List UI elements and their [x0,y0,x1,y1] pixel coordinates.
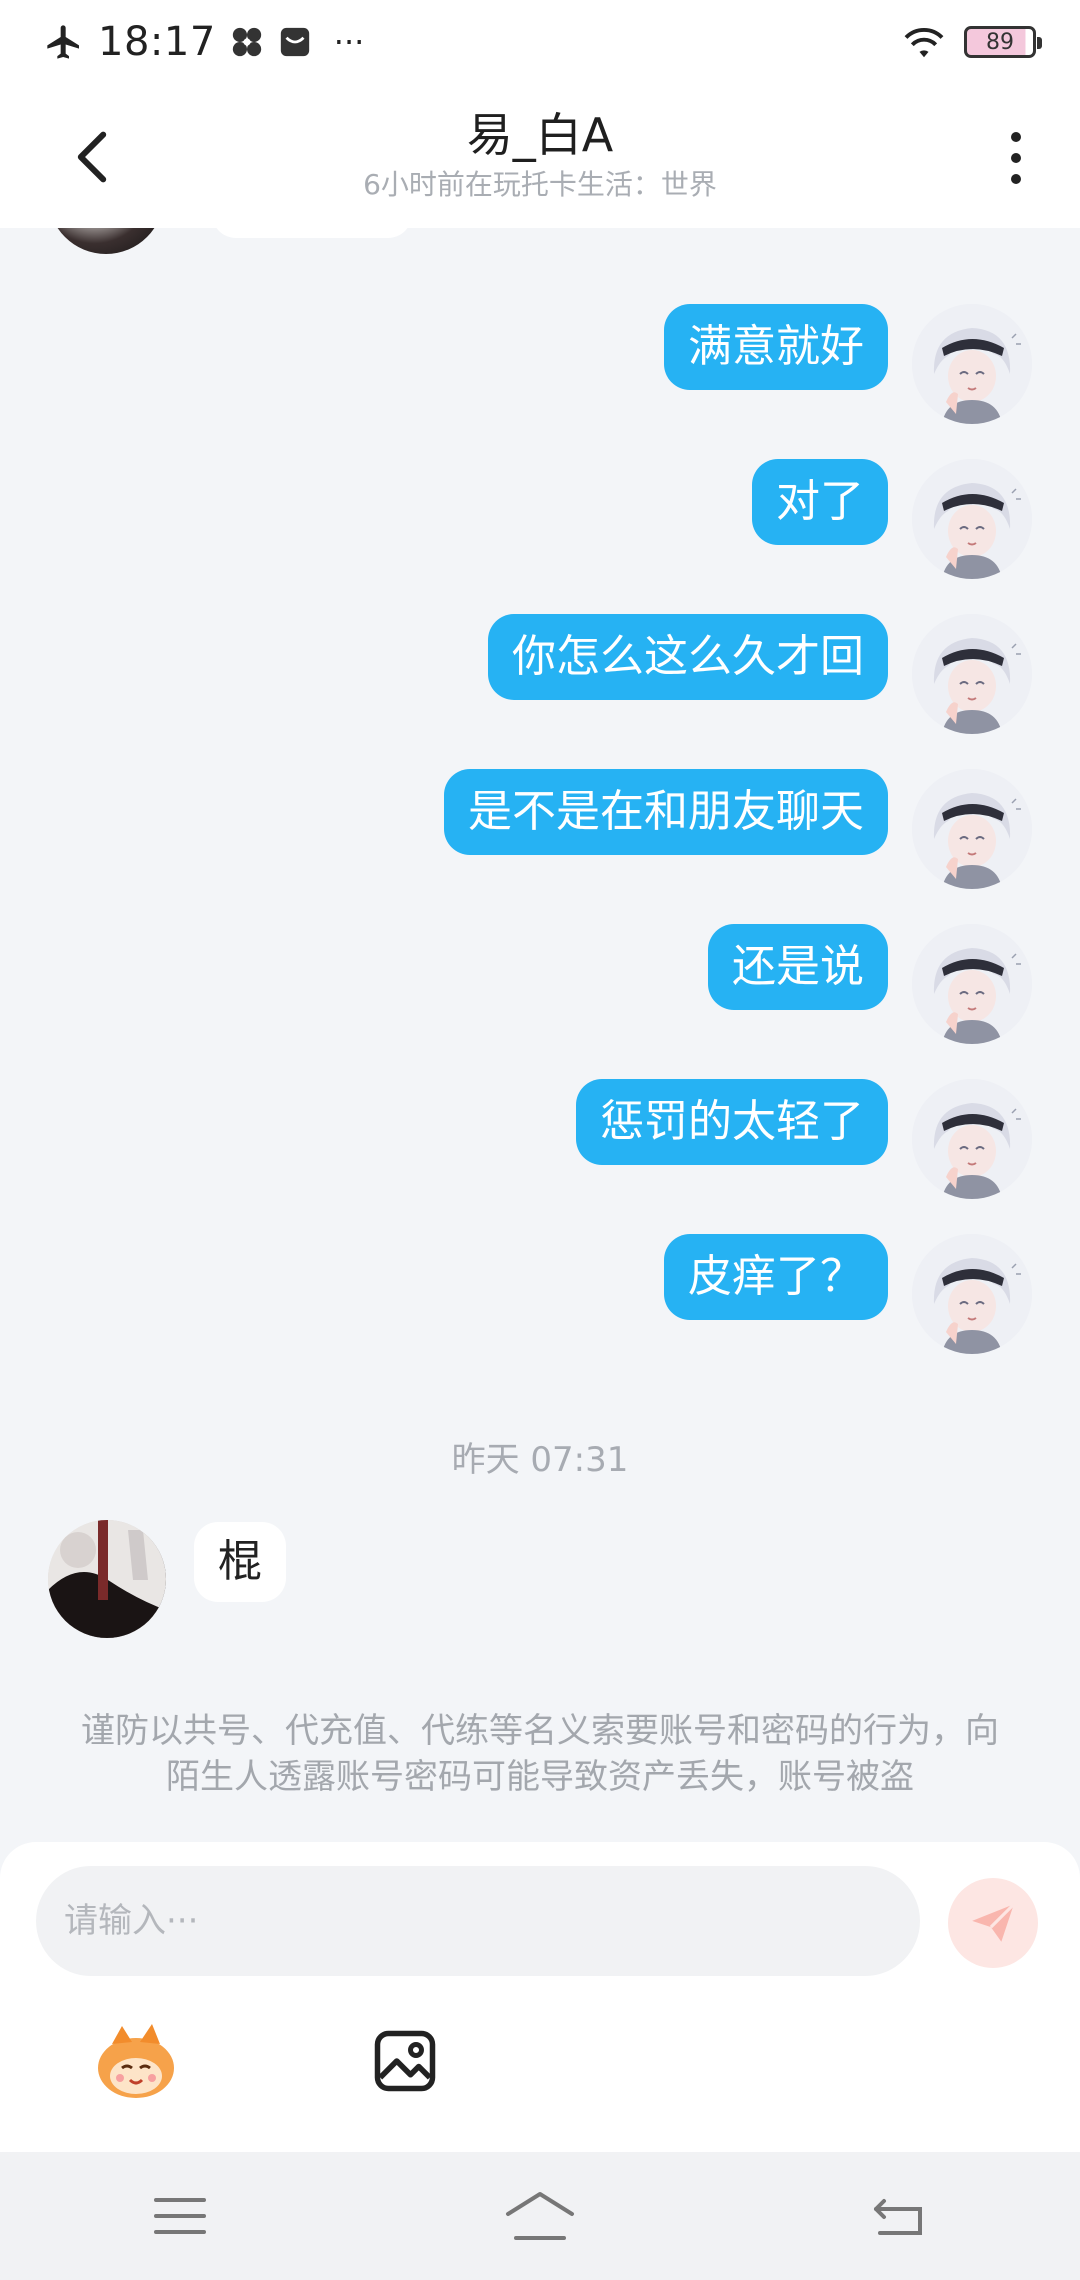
airplane-mode-icon [44,22,84,62]
status-bar: 18:17 ··· 89 [0,0,1080,84]
status-left: 18:17 ··· [44,19,364,65]
emoji-sticker-button[interactable] [92,2022,180,2102]
image-icon [374,2030,436,2092]
message-bubble-partial[interactable] [212,228,412,238]
home-icon [506,2192,574,2240]
message-row-outgoing: 惩罚的太轻了 [576,1079,1032,1199]
avatar-me[interactable] [912,1234,1032,1354]
message-row-outgoing: 满意就好 [664,304,1032,424]
contact-status: 6小时前在玩托卡生活：世界 [363,168,717,201]
menu-icon [154,2198,206,2234]
message-row-outgoing: 是不是在和朋友聊天 [444,769,1032,889]
dot-icon [1011,132,1021,142]
message-row-incoming: 棍 [48,1520,286,1638]
message-bubble-outgoing[interactable]: 惩罚的太轻了 [576,1079,888,1165]
message-timestamp: 昨天 07:31 [451,1440,629,1480]
nav-menu-button[interactable] [135,2186,225,2246]
message-bubble-outgoing[interactable]: 你怎么这么久才回 [488,614,888,700]
avatar-other[interactable] [48,1520,166,1638]
avatar-me[interactable] [912,769,1032,889]
fan-app-icon [230,25,264,59]
wifi-icon [902,24,946,60]
chat-header: 易_白A 6小时前在玩托卡生活：世界 [0,84,1080,228]
dot-icon [1011,153,1021,163]
nav-back-button[interactable] [855,2186,945,2246]
avatar-me[interactable] [912,614,1032,734]
message-row-outgoing: 还是说 [708,924,1032,1044]
system-nav-bar [0,2152,1080,2280]
avatar-me[interactable] [912,304,1032,424]
avatar-me[interactable] [912,1079,1032,1199]
message-bubble-outgoing[interactable]: 皮痒了？ [664,1234,888,1320]
nav-home-button[interactable] [495,2186,585,2246]
message-app-icon [278,25,312,59]
message-row-outgoing: 对了 [752,459,1032,579]
avatar-me[interactable] [912,459,1032,579]
more-options-button[interactable] [996,126,1036,190]
message-input[interactable] [36,1866,920,1976]
image-picker-button[interactable] [372,2028,438,2094]
contact-name: 易_白A [466,108,614,162]
status-time: 18:17 [98,19,216,65]
message-bubble-outgoing[interactable]: 对了 [752,459,888,545]
header-center: 易_白A 6小时前在玩托卡生活：世界 [0,106,1080,204]
send-button[interactable] [948,1878,1038,1968]
composer [0,1842,1080,2152]
avatar-me[interactable] [912,924,1032,1044]
avatar-other-partial[interactable] [48,228,164,254]
back-arrow-icon [874,2199,922,2235]
message-bubble-outgoing[interactable]: 是不是在和朋友聊天 [444,769,888,855]
dot-icon [1011,174,1021,184]
security-notice: 谨防以共号、代充值、代练等名义索要账号和密码的行为，向陌生人透露账号密码可能导致… [81,1711,999,1797]
message-bubble-incoming[interactable]: 棍 [194,1522,286,1602]
message-bubble-outgoing[interactable]: 满意就好 [664,304,888,390]
emoji-mascot-icon [98,2024,174,2098]
send-icon [972,1903,1015,1942]
status-more-dots: ··· [333,23,365,61]
message-row-outgoing: 你怎么这么久才回 [488,614,1032,734]
message-bubble-outgoing[interactable]: 还是说 [708,924,888,1010]
status-right: 89 [902,24,1042,60]
chat-area[interactable]: 满意就好对了你怎么这么久才回是不是在和朋友聊天还是说惩罚的太轻了皮痒了？ 昨天 … [0,228,1080,1840]
battery-icon: 89 [964,26,1042,58]
message-row-outgoing: 皮痒了？ [664,1234,1032,1354]
